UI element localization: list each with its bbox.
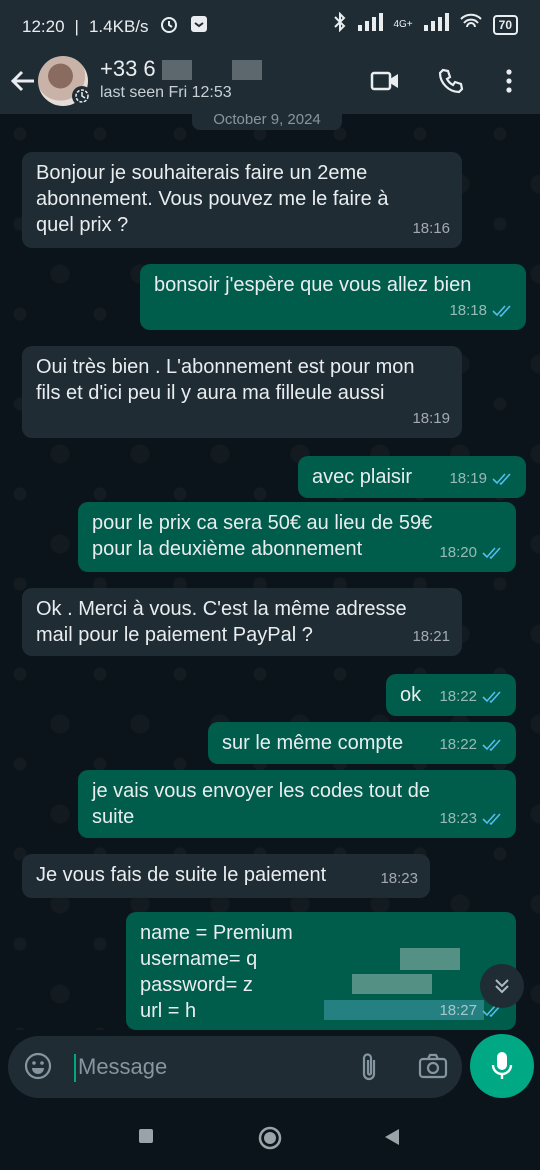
emoji-icon[interactable] bbox=[24, 1052, 52, 1085]
contact-name[interactable]: +33 6 bbox=[100, 56, 262, 82]
message-outgoing[interactable]: ok 18:22 bbox=[386, 674, 516, 716]
signal-icon-2 bbox=[423, 13, 449, 36]
phone-call-icon[interactable] bbox=[436, 66, 466, 96]
read-receipt-icon bbox=[482, 547, 501, 559]
read-receipt-icon bbox=[492, 305, 511, 317]
chat-header: +33 6 last seen Fri 12:53 bbox=[0, 48, 540, 114]
redacted-block bbox=[400, 948, 460, 970]
recents-square-icon[interactable] bbox=[138, 1128, 154, 1149]
voice-message-button[interactable] bbox=[470, 1034, 534, 1098]
back-triangle-icon[interactable] bbox=[384, 1128, 400, 1151]
message-composer[interactable]: Message bbox=[8, 1036, 462, 1098]
wifi-icon bbox=[459, 13, 483, 36]
camera-icon[interactable] bbox=[418, 1052, 448, 1085]
message-outgoing[interactable]: je vais vous envoyer les codes tout de s… bbox=[78, 770, 516, 838]
read-receipt-icon bbox=[482, 739, 501, 751]
message-input[interactable]: Message bbox=[78, 1054, 167, 1080]
disappearing-timer-icon bbox=[72, 86, 92, 106]
double-chevron-down-icon bbox=[495, 979, 509, 994]
system-navigation-bar bbox=[0, 1110, 540, 1170]
battery-indicator: 70 bbox=[492, 14, 518, 35]
status-bar: 12:20 | 1.4KB/s 4G+ 70 bbox=[0, 0, 540, 48]
chat-area[interactable]: October 9, 2024 Bonjour je souhaiterais … bbox=[0, 114, 540, 1030]
signal-icon bbox=[357, 13, 384, 36]
notification-icon bbox=[189, 14, 209, 39]
message-outgoing[interactable]: pour le prix ca sera 50€ au lieu de 59€ … bbox=[78, 502, 516, 572]
message-outgoing[interactable]: bonsoir j'espère que vous allez bien 18:… bbox=[140, 264, 526, 330]
redacted-block bbox=[352, 974, 432, 994]
alarm-icon bbox=[159, 14, 179, 39]
home-circle-icon[interactable] bbox=[258, 1126, 282, 1155]
redacted-block bbox=[231, 60, 262, 81]
read-receipt-icon bbox=[492, 473, 511, 485]
paperclip-icon[interactable] bbox=[358, 1052, 382, 1087]
message-outgoing[interactable]: avec plaisir 18:19 bbox=[298, 456, 526, 498]
more-options-icon[interactable] bbox=[494, 66, 524, 96]
message-incoming[interactable]: Ok . Merci à vous. C'est la même adresse… bbox=[22, 588, 462, 656]
message-incoming[interactable]: Oui très bien . L'abonnement est pour mo… bbox=[22, 346, 462, 438]
status-speed: 1.4KB/s bbox=[88, 16, 149, 36]
message-outgoing[interactable]: sur le même compte 18:22 bbox=[208, 722, 516, 764]
scroll-to-bottom-button[interactable] bbox=[480, 964, 524, 1008]
message-incoming[interactable]: Bonjour je souhaiterais faire un 2eme ab… bbox=[22, 152, 462, 248]
microphone-icon bbox=[491, 1052, 513, 1079]
redacted-block bbox=[161, 60, 192, 81]
status-time: 12:20 bbox=[22, 16, 65, 36]
bluetooth-icon bbox=[333, 11, 347, 37]
message-outgoing[interactable]: name = Premium username= q password= z u… bbox=[126, 912, 516, 1030]
date-chip: October 9, 2024 bbox=[192, 114, 342, 130]
network-type: 4G+ bbox=[393, 19, 413, 30]
video-call-icon[interactable] bbox=[370, 66, 400, 96]
back-arrow-icon[interactable] bbox=[10, 66, 36, 96]
read-receipt-icon bbox=[482, 813, 501, 825]
read-receipt-icon bbox=[482, 691, 501, 703]
text-cursor bbox=[74, 1054, 76, 1082]
last-seen: last seen Fri 12:53 bbox=[100, 84, 232, 101]
message-incoming[interactable]: Je vous fais de suite le paiement 18:23 bbox=[22, 854, 430, 898]
